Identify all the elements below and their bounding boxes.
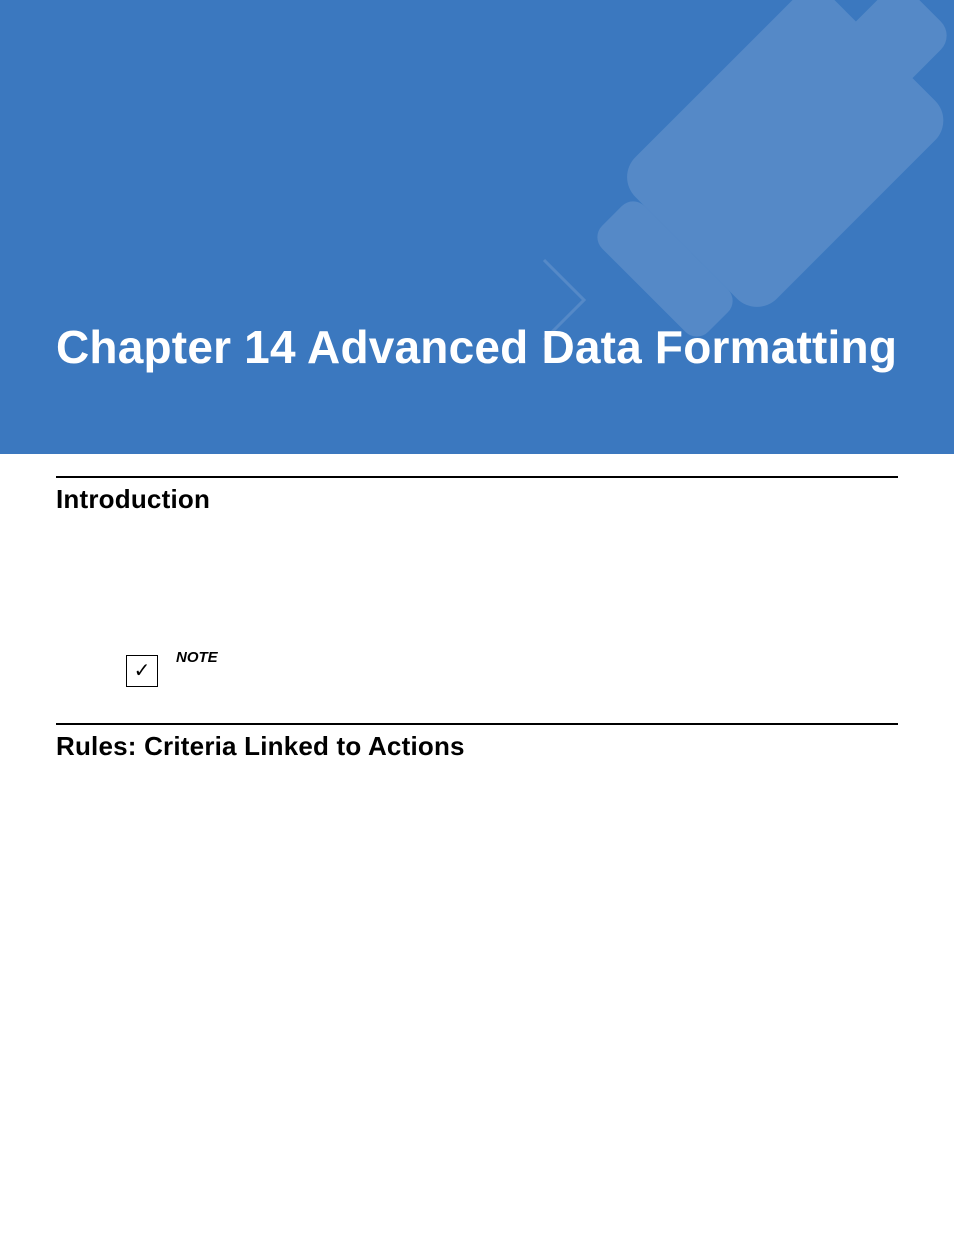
note-icon-box: ✓ <box>126 655 158 687</box>
section-divider <box>56 723 898 725</box>
note-label: NOTE <box>176 649 218 666</box>
chapter-title: Chapter 14 Advanced Data Formatting <box>56 320 897 374</box>
chapter-banner: Chapter 14 Advanced Data Formatting <box>0 0 954 454</box>
note-callout: ✓ NOTE <box>126 655 898 687</box>
checkmark-icon: ✓ <box>134 661 151 681</box>
section-heading-introduction: Introduction <box>56 484 898 515</box>
page-content: Introduction ✓ NOTE Rules: Criteria Link… <box>0 476 954 762</box>
section-divider <box>56 476 898 478</box>
section-heading-rules: Rules: Criteria Linked to Actions <box>56 731 898 762</box>
